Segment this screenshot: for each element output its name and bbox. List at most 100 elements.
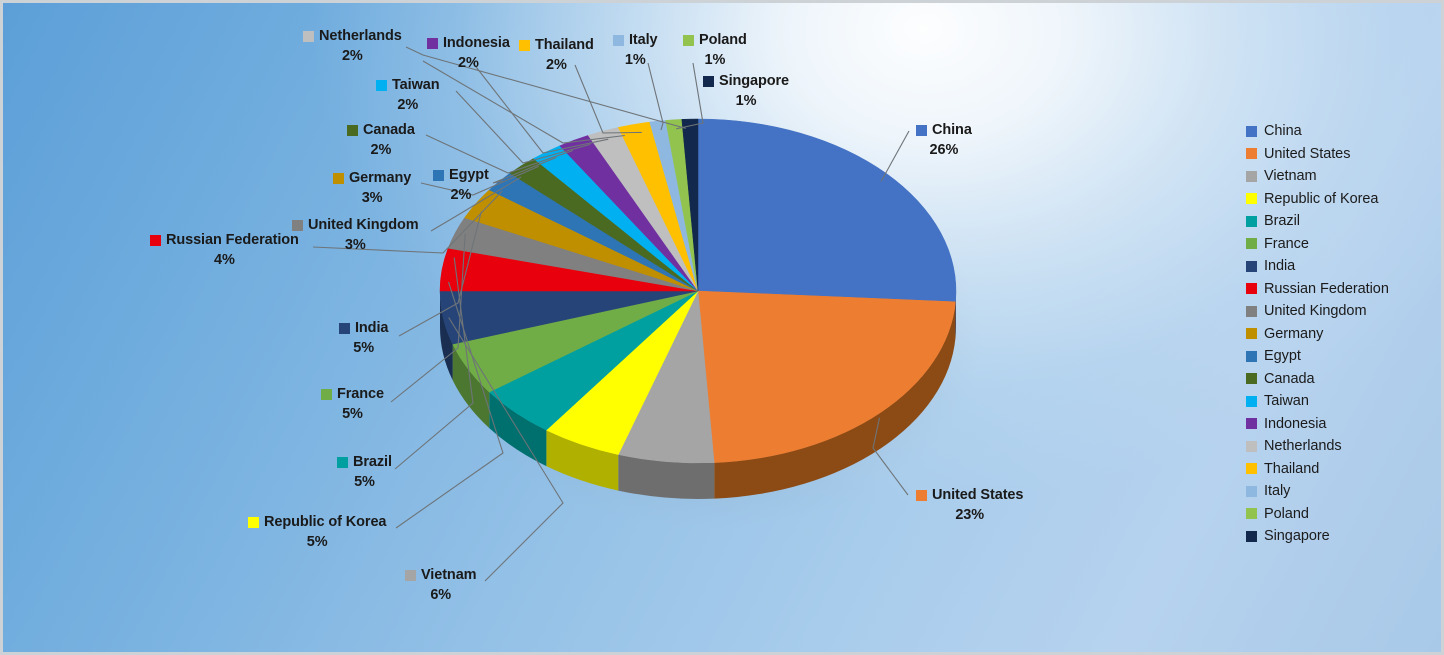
callout-canada: Canada 2% <box>347 121 415 159</box>
legend-item[interactable]: Vietnam <box>1246 165 1436 188</box>
legend-swatch-icon <box>1246 395 1257 407</box>
legend-item[interactable]: Singapore <box>1246 525 1436 548</box>
callout-china: China 26% <box>916 121 972 159</box>
callout-pct-poland: 1% <box>704 51 726 68</box>
callout-india: India 5% <box>339 319 388 357</box>
callout-label-thailand: Thailand <box>535 37 594 53</box>
legend-item[interactable]: Italy <box>1246 480 1436 503</box>
legend-item[interactable]: Poland <box>1246 503 1436 526</box>
legend-item-label: India <box>1264 258 1296 275</box>
swatch-france <box>321 388 332 400</box>
legend-swatch-icon <box>1246 260 1257 272</box>
callout-label-italy: Italy <box>629 32 658 48</box>
swatch-brazil <box>337 456 348 468</box>
legend-item-label: China <box>1264 123 1302 140</box>
swatch-germany <box>333 172 344 184</box>
legend-swatch-icon <box>1246 530 1257 542</box>
callout-pct-netherlands: 2% <box>341 47 363 64</box>
swatch-russian-federation <box>150 234 161 246</box>
legend-item[interactable]: Egypt <box>1246 345 1436 368</box>
callout-label-united-states: United States <box>932 487 1024 503</box>
swatch-republic-of-korea <box>248 516 259 528</box>
callout-label-singapore: Singapore <box>719 73 789 89</box>
callout-label-republic-of-korea: Republic of Korea <box>264 514 387 530</box>
legend-item-label: Vietnam <box>1264 168 1317 185</box>
callout-label-indonesia: Indonesia <box>443 35 510 51</box>
swatch-china <box>916 124 927 136</box>
callout-russian-federation: Russian Federation 4% <box>150 231 299 269</box>
legend-item[interactable]: Indonesia <box>1246 413 1436 436</box>
legend-item[interactable]: Thailand <box>1246 458 1436 481</box>
legend-item-label: Germany <box>1264 325 1324 342</box>
legend-swatch-icon <box>1246 125 1257 137</box>
callout-pct-indonesia: 2% <box>458 54 479 71</box>
callout-pct-vietnam: 6% <box>430 586 452 603</box>
swatch-united-kingdom <box>292 219 303 231</box>
swatch-singapore <box>703 75 714 87</box>
legend-swatch-icon <box>1246 238 1257 250</box>
callout-label-egypt: Egypt <box>449 167 489 183</box>
swatch-poland <box>683 34 694 46</box>
legend-item[interactable]: Canada <box>1246 368 1436 391</box>
callout-label-united-kingdom: United Kingdom <box>308 217 419 233</box>
chart-legend: China United States Vietnam Republic of Kor… <box>1246 120 1436 548</box>
legend-item[interactable]: United States <box>1246 143 1436 166</box>
legend-swatch-icon <box>1246 463 1257 475</box>
legend-swatch-icon <box>1246 373 1257 385</box>
legend-swatch-icon <box>1246 283 1257 295</box>
callout-egypt: Egypt 2% <box>433 166 489 204</box>
legend-item-label: United States <box>1264 145 1351 162</box>
legend-item-label: Russian Federation <box>1264 280 1389 297</box>
legend-item[interactable]: Netherlands <box>1246 435 1436 458</box>
legend-item[interactable]: Germany <box>1246 323 1436 346</box>
legend-item-label: Indonesia <box>1264 415 1327 432</box>
legend-swatch-icon <box>1246 215 1257 227</box>
swatch-netherlands <box>303 30 314 42</box>
legend-item-label: Canada <box>1264 370 1315 387</box>
callout-pct-egypt: 2% <box>450 186 472 203</box>
legend-swatch-icon <box>1246 440 1257 452</box>
callout-indonesia: Indonesia 2% <box>427 34 510 72</box>
callout-brazil: Brazil 5% <box>337 453 392 491</box>
callout-label-poland: Poland <box>699 32 747 48</box>
legend-item[interactable]: Republic of Korea <box>1246 188 1436 211</box>
callout-pct-india: 5% <box>353 339 375 356</box>
legend-item[interactable]: India <box>1246 255 1436 278</box>
legend-item[interactable]: Brazil <box>1246 210 1436 233</box>
callout-pct-italy: 1% <box>624 51 646 68</box>
legend-swatch-icon <box>1246 508 1257 520</box>
callout-label-india: India <box>355 320 389 336</box>
callout-poland: Poland 1% <box>683 31 747 69</box>
leader-line <box>574 64 642 134</box>
legend-item-label: Netherlands <box>1264 438 1342 455</box>
pie-chart-slide: Netherlands 2% Indonesia 2% Thailand 2% … <box>0 0 1444 655</box>
callout-united-kingdom: United Kingdom 3% <box>292 216 419 254</box>
legend-item-label: Italy <box>1264 483 1291 500</box>
legend-item[interactable]: China <box>1246 120 1436 143</box>
legend-item[interactable]: Taiwan <box>1246 390 1436 413</box>
callout-thailand: Thailand 2% <box>519 36 594 74</box>
callout-vietnam: Vietnam 6% <box>405 566 477 604</box>
callout-united-states: United States 23% <box>916 486 1023 524</box>
legend-item-label: Brazil <box>1264 213 1300 230</box>
callout-pct-singapore: 1% <box>735 92 757 109</box>
swatch-taiwan <box>376 79 387 91</box>
callout-netherlands: Netherlands 2% <box>303 27 402 65</box>
callout-italy: Italy 1% <box>613 31 658 69</box>
legend-item[interactable]: France <box>1246 233 1436 256</box>
callout-pct-republic-of-korea: 5% <box>306 533 328 550</box>
callout-taiwan: Taiwan 2% <box>376 76 440 114</box>
callout-germany: Germany 3% <box>333 169 411 207</box>
legend-swatch-icon <box>1246 328 1257 340</box>
legend-swatch-icon <box>1246 170 1257 182</box>
callout-label-vietnam: Vietnam <box>421 567 477 583</box>
legend-item[interactable]: United Kingdom <box>1246 300 1436 323</box>
swatch-india <box>339 322 350 334</box>
legend-item[interactable]: Russian Federation <box>1246 278 1436 301</box>
pie-top-faces <box>439 118 957 464</box>
callout-pct-taiwan: 2% <box>397 96 419 113</box>
legend-swatch-icon <box>1246 193 1257 205</box>
callout-label-france: France <box>337 386 384 402</box>
callout-label-brazil: Brazil <box>353 454 392 470</box>
legend-item-label: Republic of Korea <box>1264 190 1379 207</box>
